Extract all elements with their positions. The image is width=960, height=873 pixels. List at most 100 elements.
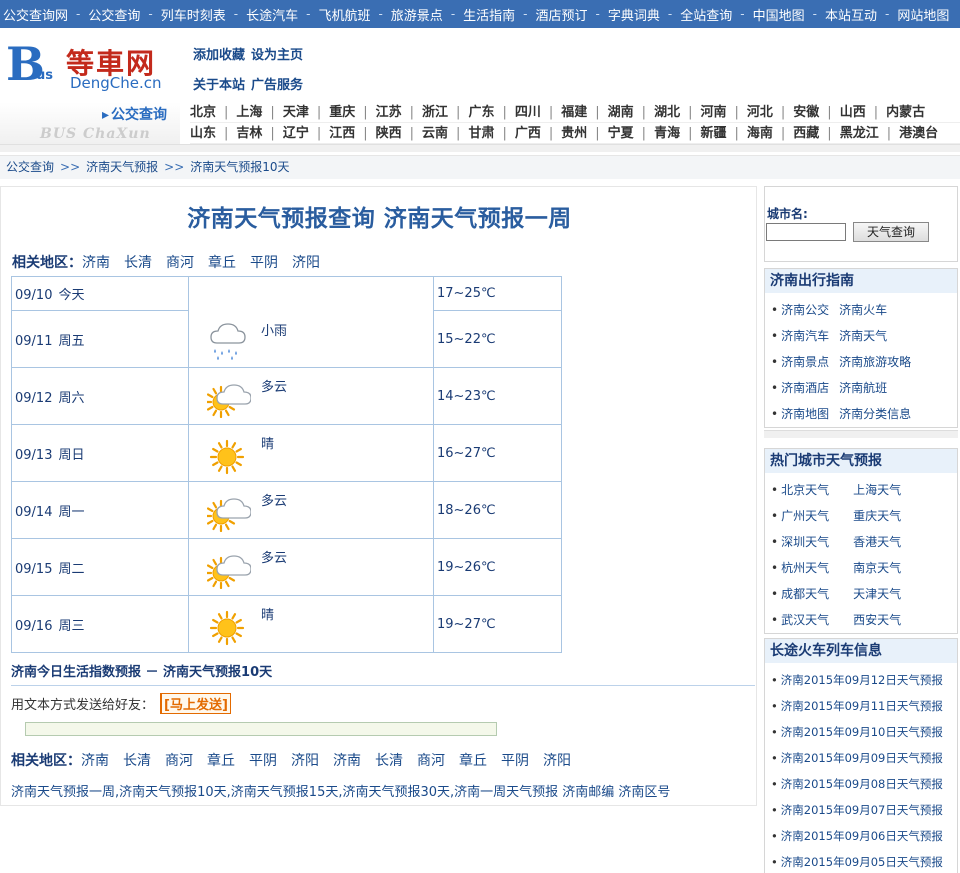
related-area-link[interactable]: 长清	[375, 753, 403, 769]
top-nav-item[interactable]: 本站互动	[825, 5, 877, 24]
related-area-link[interactable]: 平阴	[249, 753, 277, 769]
send-now-button[interactable]: [马上发送]	[160, 693, 231, 714]
related-area-link[interactable]: 商河	[165, 753, 193, 769]
forecast-date-link[interactable]: 济南2015年09月06日天气预报	[771, 823, 957, 849]
province-link[interactable]: 四川	[515, 105, 541, 120]
province-link[interactable]: 青海	[654, 126, 680, 141]
province-link[interactable]: 辽宁	[283, 126, 309, 141]
province-link[interactable]: 上海	[236, 105, 262, 120]
weather-search-button[interactable]: 天气查询	[853, 222, 929, 242]
forecast-date-link[interactable]: 济南2015年09月12日天气预报	[771, 667, 957, 693]
hot-city-link[interactable]: 重庆天气	[853, 503, 901, 529]
related-area-link[interactable]: 济南	[81, 753, 109, 769]
breadcrumb-item[interactable]: 济南天气预报	[86, 160, 158, 174]
bottom-links[interactable]: 济南天气预报一周,济南天气预报10天,济南天气预报15天,济南天气预报30天,济…	[11, 781, 670, 800]
forecast-date-link[interactable]: 济南2015年09月05日天气预报	[771, 849, 957, 873]
top-nav-item[interactable]: 酒店预订	[536, 5, 588, 24]
province-link[interactable]: 黑龙江	[840, 126, 879, 141]
province-link[interactable]: 吉林	[236, 126, 262, 141]
guide-link[interactable]: 济南汽车	[781, 323, 839, 349]
set-homepage-link[interactable]: 设为主页	[251, 48, 303, 63]
related-area-link[interactable]: 商河	[166, 255, 194, 271]
top-nav-item[interactable]: 全站查询	[680, 5, 732, 24]
forecast-date-link[interactable]: 济南2015年09月11日天气预报	[771, 693, 957, 719]
related-area-link[interactable]: 济南	[333, 753, 361, 769]
province-link[interactable]: 河南	[700, 105, 726, 120]
forecast-date-link[interactable]: 济南2015年09月09日天气预报	[771, 745, 957, 771]
province-link[interactable]: 山东	[190, 126, 216, 141]
province-link[interactable]: 天津	[283, 105, 309, 120]
province-link[interactable]: 北京	[190, 105, 216, 120]
top-nav-item[interactable]: 飞机航班	[318, 5, 370, 24]
related-area-link[interactable]: 济阳	[291, 753, 319, 769]
related-area-link[interactable]: 平阴	[250, 255, 278, 271]
related-area-link[interactable]: 长清	[123, 753, 151, 769]
top-nav-item[interactable]: 长途汽车	[246, 5, 298, 24]
hot-city-link[interactable]: 南京天气	[853, 555, 901, 581]
hot-city-link[interactable]: 上海天气	[853, 477, 901, 503]
province-link[interactable]: 新疆	[700, 126, 726, 141]
related-area-link[interactable]: 长清	[124, 255, 152, 271]
hot-city-link[interactable]: 深圳天气	[781, 529, 853, 555]
province-link[interactable]: 山西	[840, 105, 866, 120]
hot-city-link[interactable]: 成都天气	[781, 581, 853, 607]
province-link[interactable]: 贵州	[561, 126, 587, 141]
guide-link[interactable]: 济南天气	[839, 323, 887, 349]
guide-link[interactable]: 济南公交	[781, 297, 839, 323]
province-link[interactable]: 重庆	[329, 105, 355, 120]
province-link[interactable]: 海南	[747, 126, 773, 141]
top-nav-item[interactable]: 生活指南	[463, 5, 515, 24]
province-link[interactable]: 河北	[747, 105, 773, 120]
province-link[interactable]: 港澳台	[899, 126, 938, 141]
hot-city-link[interactable]: 香港天气	[853, 529, 901, 555]
add-favorite-link[interactable]: 添加收藏	[193, 48, 245, 63]
forecast-date-link[interactable]: 济南2015年09月08日天气预报	[771, 771, 957, 797]
city-search-input[interactable]	[766, 223, 846, 241]
ads-link[interactable]: 广告服务	[251, 78, 303, 93]
guide-link[interactable]: 济南酒店	[781, 375, 839, 401]
province-link[interactable]: 安徽	[793, 105, 819, 120]
hot-city-link[interactable]: 武汉天气	[781, 607, 853, 633]
guide-link[interactable]: 济南航班	[839, 375, 887, 401]
life-index-link[interactable]: 济南今日生活指数预报 － 济南天气预报10天	[11, 661, 272, 680]
breadcrumb-item[interactable]: 公交查询	[6, 160, 54, 174]
province-link[interactable]: 西藏	[793, 126, 819, 141]
breadcrumb-item[interactable]: 济南天气预报10天	[190, 160, 289, 174]
province-link[interactable]: 浙江	[422, 105, 448, 120]
site-logo[interactable]: B us 等車网 DengChe.cn	[6, 38, 186, 94]
hot-city-link[interactable]: 天津天气	[853, 581, 901, 607]
guide-link[interactable]: 济南景点	[781, 349, 839, 375]
related-area-link[interactable]: 济阳	[292, 255, 320, 271]
related-area-link[interactable]: 平阴	[501, 753, 529, 769]
guide-link[interactable]: 济南地图	[781, 401, 839, 427]
province-link[interactable]: 湖北	[654, 105, 680, 120]
top-nav-item[interactable]: 公交查询网	[3, 5, 68, 24]
top-nav-item[interactable]: 中国地图	[753, 5, 805, 24]
related-area-link[interactable]: 章丘	[207, 753, 235, 769]
related-area-link[interactable]: 济阳	[543, 753, 571, 769]
guide-link[interactable]: 济南火车	[839, 297, 887, 323]
related-area-link[interactable]: 章丘	[208, 255, 236, 271]
about-link[interactable]: 关于本站	[193, 78, 245, 93]
hot-city-link[interactable]: 北京天气	[781, 477, 853, 503]
top-nav-item[interactable]: 公交查询	[88, 5, 140, 24]
province-link[interactable]: 湖南	[608, 105, 634, 120]
related-area-link[interactable]: 章丘	[459, 753, 487, 769]
hot-city-link[interactable]: 西安天气	[853, 607, 901, 633]
province-link[interactable]: 陕西	[376, 126, 402, 141]
top-nav-item[interactable]: 字典词典	[608, 5, 660, 24]
province-link[interactable]: 福建	[561, 105, 587, 120]
top-nav-item[interactable]: 旅游景点	[391, 5, 443, 24]
province-link[interactable]: 内蒙古	[886, 105, 925, 120]
province-link[interactable]: 广东	[468, 105, 494, 120]
related-area-link[interactable]: 商河	[417, 753, 445, 769]
forecast-date-link[interactable]: 济南2015年09月10日天气预报	[771, 719, 957, 745]
province-link[interactable]: 江苏	[376, 105, 402, 120]
hot-city-link[interactable]: 广州天气	[781, 503, 853, 529]
guide-link[interactable]: 济南旅游攻略	[839, 349, 911, 375]
province-link[interactable]: 江西	[329, 126, 355, 141]
province-link[interactable]: 宁夏	[608, 126, 634, 141]
top-nav-item[interactable]: 网站地图	[897, 5, 949, 24]
top-nav-item[interactable]: 列车时刻表	[161, 5, 226, 24]
hot-city-link[interactable]: 杭州天气	[781, 555, 853, 581]
